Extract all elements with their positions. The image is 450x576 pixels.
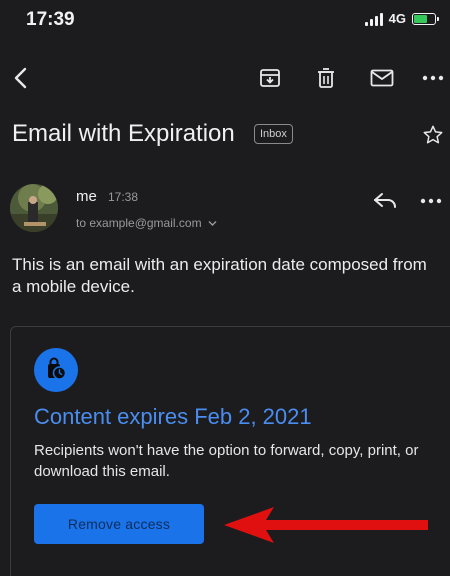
delete-button[interactable]: [308, 58, 344, 98]
clock-lock-badge: [34, 348, 78, 392]
more-vert-icon: [422, 75, 444, 81]
chevron-down-icon: [208, 221, 217, 226]
recipient-line: to example@gmail.com: [76, 216, 202, 230]
sender-row: me 17:38 to example@gmail.com: [0, 180, 450, 240]
avatar-photo: [10, 184, 58, 232]
battery-icon: [412, 12, 439, 25]
status-bar: 17:39 4G: [0, 0, 450, 40]
star-button[interactable]: [422, 124, 444, 151]
avatar[interactable]: [10, 184, 58, 232]
sender-name: me: [76, 188, 97, 205]
more-vert-icon: [420, 198, 442, 204]
signal-icon: [364, 12, 383, 26]
trash-icon: [318, 68, 334, 88]
subject-row: Email with Expiration Inbox: [0, 112, 450, 156]
network-type: 4G: [388, 11, 406, 26]
message-more-button[interactable]: [420, 190, 448, 214]
email-toolbar: [0, 58, 450, 98]
archive-icon: [260, 69, 280, 87]
archive-button[interactable]: [252, 58, 288, 98]
inbox-label-chip[interactable]: Inbox: [254, 124, 293, 144]
back-arrow-icon: [14, 67, 27, 89]
email-body: This is an email with an expiration date…: [12, 255, 427, 296]
mail-icon: [370, 69, 394, 87]
annotation-arrow: [224, 507, 428, 543]
star-icon: [423, 125, 443, 144]
reply-button[interactable]: [372, 190, 400, 214]
recipient-details-toggle[interactable]: to example@gmail.com: [76, 216, 217, 230]
email-subject: Email with Expiration: [12, 120, 235, 147]
status-indicators: 4G: [364, 11, 439, 26]
expiration-title: Content expires Feb 2, 2021: [34, 404, 312, 429]
back-button[interactable]: [6, 58, 36, 98]
status-time: 17:39: [26, 9, 75, 30]
remove-access-button[interactable]: Remove access: [34, 504, 204, 544]
reply-icon: [374, 193, 396, 208]
sent-time: 17:38: [108, 190, 139, 204]
mark-unread-button[interactable]: [362, 58, 402, 98]
restriction-description: Recipients won't have the option to forw…: [34, 442, 419, 480]
clock-lock-icon: [48, 357, 67, 380]
more-options-button[interactable]: [416, 58, 450, 98]
